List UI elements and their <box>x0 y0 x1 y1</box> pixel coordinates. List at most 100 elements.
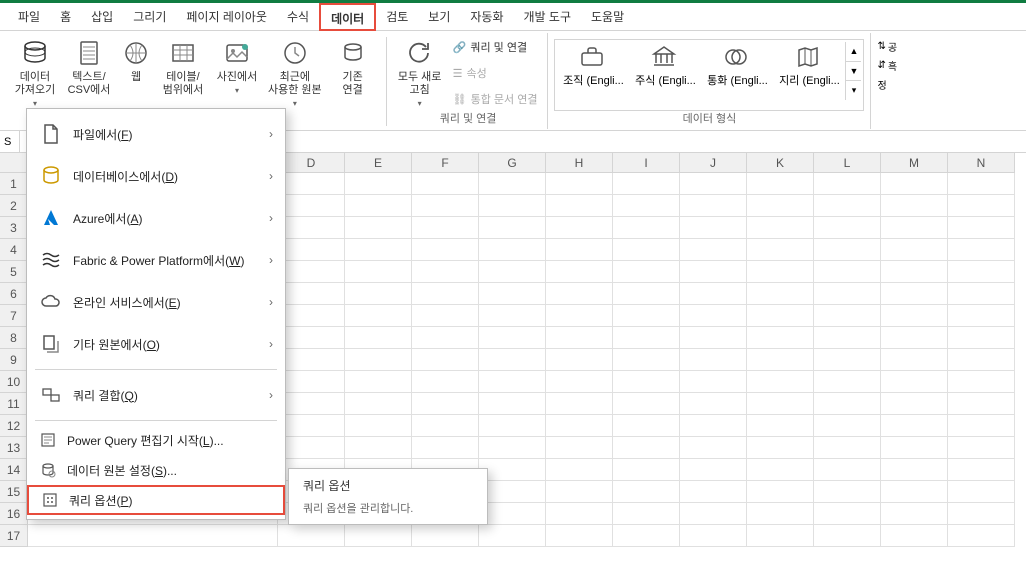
cell[interactable] <box>613 349 680 371</box>
cell[interactable] <box>345 327 412 349</box>
currencies-type[interactable]: 통화 (Engli... <box>701 42 773 90</box>
cell[interactable] <box>747 481 814 503</box>
tab-pagelayout[interactable]: 페이지 레이아웃 <box>176 3 277 31</box>
row-header[interactable]: 16 <box>0 503 28 525</box>
sort-asc-button[interactable]: ⇅ 공 <box>877 39 897 54</box>
menu-query-options[interactable]: 쿼리 옵션(P) <box>27 485 285 515</box>
menu-from-file[interactable]: 파일에서(F) › <box>27 113 285 155</box>
cell[interactable] <box>680 349 747 371</box>
cell[interactable] <box>278 305 345 327</box>
menu-pq-editor[interactable]: Power Query 편집기 시작(L)... <box>27 425 285 455</box>
name-box[interactable]: S <box>0 131 20 152</box>
tab-review[interactable]: 검토 <box>376 3 418 31</box>
cell[interactable] <box>345 349 412 371</box>
cell[interactable] <box>546 305 613 327</box>
cell[interactable] <box>613 525 680 547</box>
gallery-more[interactable]: ▾ <box>846 81 861 100</box>
cell[interactable] <box>948 481 1015 503</box>
cell[interactable] <box>814 525 881 547</box>
cell[interactable] <box>546 437 613 459</box>
cell[interactable] <box>479 525 546 547</box>
cell[interactable] <box>747 217 814 239</box>
cell[interactable] <box>948 173 1015 195</box>
cell[interactable] <box>948 371 1015 393</box>
cell[interactable] <box>278 349 345 371</box>
cell[interactable] <box>881 327 948 349</box>
menu-from-online[interactable]: 온라인 서비스에서(E) › <box>27 281 285 323</box>
row-header[interactable]: 15 <box>0 481 28 503</box>
cell[interactable] <box>412 173 479 195</box>
col-header[interactable]: I <box>613 153 680 173</box>
cell[interactable] <box>278 217 345 239</box>
cell[interactable] <box>546 393 613 415</box>
col-header[interactable]: E <box>345 153 412 173</box>
tab-insert[interactable]: 삽입 <box>81 3 123 31</box>
row-header[interactable]: 9 <box>0 349 28 371</box>
cell[interactable] <box>680 393 747 415</box>
cell[interactable] <box>814 327 881 349</box>
cell[interactable] <box>680 459 747 481</box>
queries-connections-button[interactable]: 🔗 쿼리 및 연결 <box>453 37 538 57</box>
cell[interactable] <box>747 283 814 305</box>
cell[interactable] <box>747 173 814 195</box>
cell[interactable] <box>345 415 412 437</box>
cell[interactable] <box>680 437 747 459</box>
cell[interactable] <box>546 283 613 305</box>
cell[interactable] <box>747 305 814 327</box>
cell[interactable] <box>278 239 345 261</box>
menu-from-azure[interactable]: Azure에서(A) › <box>27 197 285 239</box>
cell[interactable] <box>278 393 345 415</box>
col-header[interactable]: G <box>479 153 546 173</box>
cell[interactable] <box>28 525 278 547</box>
cell[interactable] <box>680 239 747 261</box>
sort-custom-button[interactable]: 정 <box>877 77 897 92</box>
cell[interactable] <box>680 217 747 239</box>
cell[interactable] <box>613 195 680 217</box>
cell[interactable] <box>814 261 881 283</box>
cell[interactable] <box>613 173 680 195</box>
cell[interactable] <box>412 217 479 239</box>
cell[interactable] <box>479 459 546 481</box>
cell[interactable] <box>412 327 479 349</box>
cell[interactable] <box>814 283 881 305</box>
cell[interactable] <box>680 283 747 305</box>
cell[interactable] <box>278 437 345 459</box>
tab-home[interactable]: 홈 <box>50 3 81 31</box>
cell[interactable] <box>345 239 412 261</box>
col-header[interactable]: F <box>412 153 479 173</box>
cell[interactable] <box>412 437 479 459</box>
cell[interactable] <box>479 261 546 283</box>
menu-from-database[interactable]: 데이터베이스에서(D) › <box>27 155 285 197</box>
cell[interactable] <box>881 525 948 547</box>
cell[interactable] <box>814 173 881 195</box>
cell[interactable] <box>479 437 546 459</box>
row-header[interactable]: 13 <box>0 437 28 459</box>
cell[interactable] <box>546 173 613 195</box>
cell[interactable] <box>479 349 546 371</box>
cell[interactable] <box>613 217 680 239</box>
row-header[interactable]: 4 <box>0 239 28 261</box>
cell[interactable] <box>412 393 479 415</box>
cell[interactable] <box>613 261 680 283</box>
cell[interactable] <box>345 393 412 415</box>
cell[interactable] <box>613 393 680 415</box>
menu-data-source-settings[interactable]: 데이터 원본 설정(S)... <box>27 455 285 485</box>
cell[interactable] <box>613 481 680 503</box>
row-header[interactable]: 12 <box>0 415 28 437</box>
cell[interactable] <box>881 283 948 305</box>
cell[interactable] <box>412 195 479 217</box>
row-header[interactable]: 8 <box>0 327 28 349</box>
col-header[interactable]: K <box>747 153 814 173</box>
cell[interactable] <box>479 305 546 327</box>
cell[interactable] <box>948 283 1015 305</box>
cell[interactable] <box>613 283 680 305</box>
currency-type[interactable]: 주식 (Engli... <box>629 42 701 90</box>
cell[interactable] <box>613 305 680 327</box>
cell[interactable] <box>814 437 881 459</box>
cell[interactable] <box>412 305 479 327</box>
cell[interactable] <box>546 525 613 547</box>
cell[interactable] <box>613 239 680 261</box>
cell[interactable] <box>278 327 345 349</box>
cell[interactable] <box>613 459 680 481</box>
cell[interactable] <box>747 525 814 547</box>
